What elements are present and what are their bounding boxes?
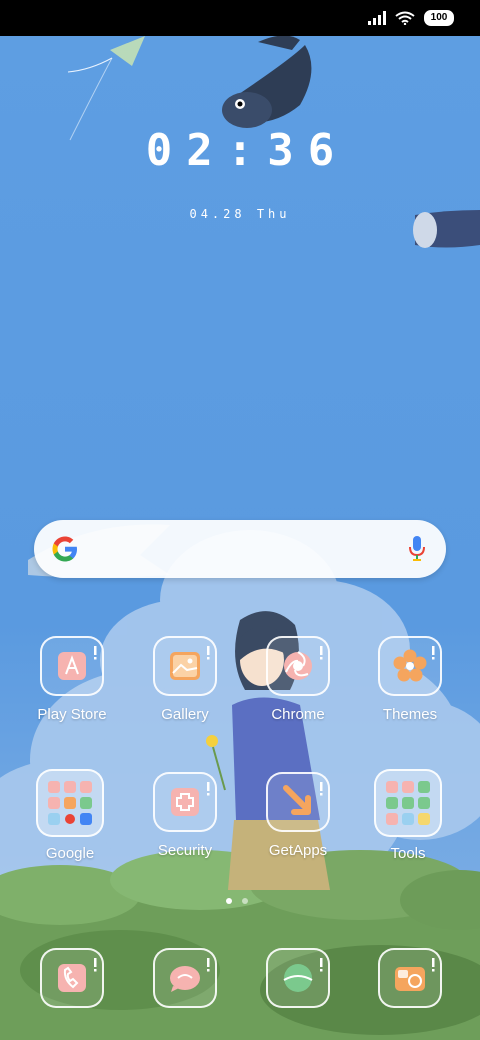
tools-folder-icon (374, 769, 442, 837)
app-getapps[interactable]: GetApps (248, 772, 348, 892)
app-label: Security (157, 842, 213, 859)
page-indicator (226, 898, 248, 904)
phone-icon (40, 948, 104, 1008)
wifi-icon (395, 11, 415, 25)
themes-icon (378, 636, 442, 696)
app-play-store[interactable]: Play Store (22, 636, 122, 756)
app-chrome[interactable]: Chrome (248, 636, 348, 756)
app-label: GetApps (268, 842, 328, 859)
app-label: Play Store (37, 706, 107, 723)
dock-phone[interactable] (22, 948, 122, 1008)
security-icon (153, 772, 217, 832)
folder-tools[interactable]: Tools (358, 769, 458, 889)
getapps-icon (266, 772, 330, 832)
page-dot-active[interactable] (226, 898, 232, 904)
app-security[interactable]: Security (135, 772, 235, 892)
chrome-icon (266, 636, 330, 696)
google-search-bar[interactable] (34, 520, 446, 578)
signal-icon (368, 11, 386, 25)
battery-icon: 100 (424, 10, 454, 26)
clock-date[interactable]: 04.28 Thu (0, 207, 480, 221)
app-label: Google (45, 845, 95, 862)
folder-google[interactable]: Google (20, 769, 120, 889)
gallery-icon (153, 636, 217, 696)
app-label: Gallery (161, 706, 209, 723)
status-icons: 100 (368, 10, 454, 26)
status-bar: 100 (0, 0, 480, 36)
page-dot[interactable] (242, 898, 248, 904)
dock-camera[interactable] (360, 948, 460, 1008)
dock-browser[interactable] (248, 948, 348, 1008)
play-store-icon (40, 636, 104, 696)
battery-level: 100 (430, 12, 448, 23)
camera-icon (378, 948, 442, 1008)
app-label: Themes (382, 706, 438, 723)
app-gallery[interactable]: Gallery (135, 636, 235, 756)
google-folder-icon (36, 769, 104, 837)
dock-messages[interactable] (135, 948, 235, 1008)
app-label: Chrome (271, 706, 325, 723)
app-themes[interactable]: Themes (360, 636, 460, 756)
browser-icon (266, 948, 330, 1008)
microphone-icon[interactable] (408, 535, 426, 563)
messages-icon (153, 948, 217, 1008)
clock-time[interactable]: 02:36 (0, 125, 480, 176)
app-label: Tools (390, 845, 426, 862)
google-g-icon (52, 536, 77, 562)
